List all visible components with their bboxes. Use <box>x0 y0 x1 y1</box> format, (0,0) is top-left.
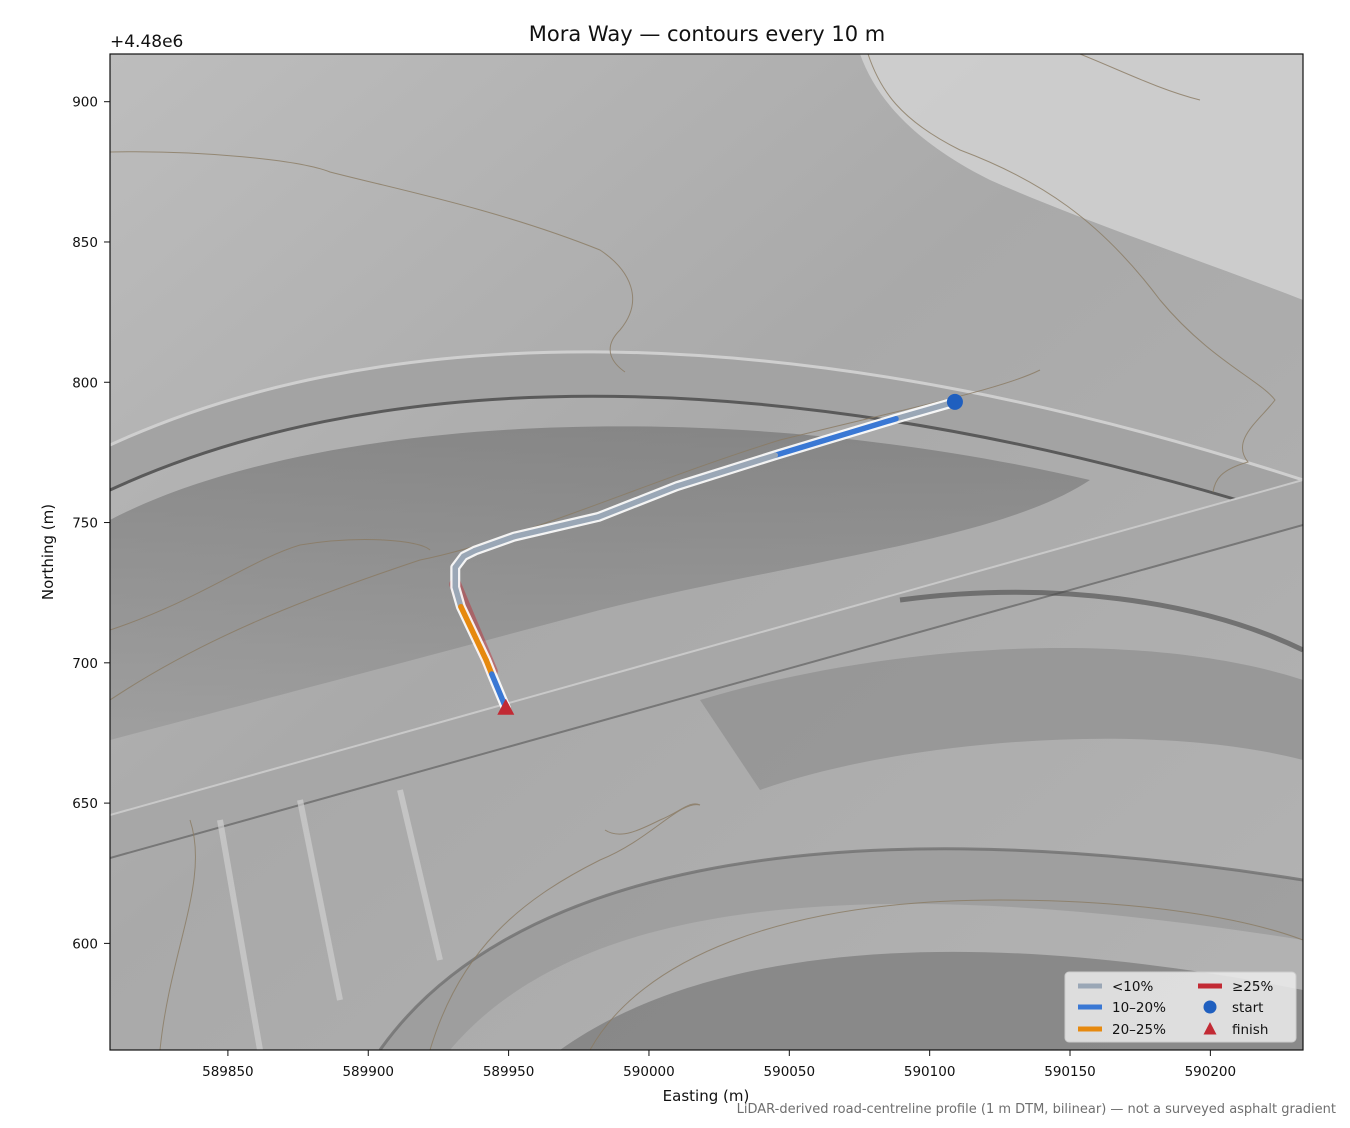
legend-swatch <box>1203 1000 1217 1014</box>
y-tick-label: 650 <box>72 796 98 812</box>
legend-label: ≥25% <box>1232 979 1273 995</box>
start-marker <box>946 393 963 410</box>
x-axis-ticks: 589850 589900 589950 590000 590050 590100 5901… <box>202 1050 1236 1080</box>
x-tick-label: 590000 <box>623 1064 675 1080</box>
legend-label: 20–25% <box>1112 1022 1166 1038</box>
x-tick-label: 589900 <box>342 1064 394 1080</box>
x-tick-label: 590200 <box>1185 1064 1237 1080</box>
y-tick-label: 900 <box>72 95 98 111</box>
y-tick-label: 700 <box>72 656 98 672</box>
hillshade-basemap <box>110 54 1303 1050</box>
y-axis-ticks: 600 650 700 750 800 850 900 <box>72 95 110 952</box>
y-tick-label: 750 <box>72 516 98 532</box>
x-tick-label: 590150 <box>1044 1064 1096 1080</box>
legend: <10% 10–20% 20–25% ≥25% start finish <box>1064 971 1297 1043</box>
y-tick-label: 850 <box>72 235 98 251</box>
x-tick-label: 590100 <box>904 1064 956 1080</box>
y-tick-label: 600 <box>72 936 98 952</box>
footnote: LiDAR-derived road-centreline profile (1… <box>737 1102 1336 1117</box>
legend-label: finish <box>1232 1022 1268 1038</box>
x-tick-label: 590050 <box>764 1064 816 1080</box>
y-axis-label: Northing (m) <box>39 504 57 600</box>
x-tick-label: 589850 <box>202 1064 254 1080</box>
legend-label: 10–20% <box>1112 1000 1166 1016</box>
legend-label: <10% <box>1112 979 1153 995</box>
legend-label: start <box>1232 1000 1263 1016</box>
map-title: Mora Way — contours every 10 m <box>529 22 885 46</box>
x-tick-label: 589950 <box>483 1064 535 1080</box>
y-tick-label: 800 <box>72 375 98 391</box>
map-figure: Mora Way — contours every 10 m +4.48e6 5… <box>39 22 1336 1117</box>
y-offset-label: +4.48e6 <box>110 32 183 52</box>
